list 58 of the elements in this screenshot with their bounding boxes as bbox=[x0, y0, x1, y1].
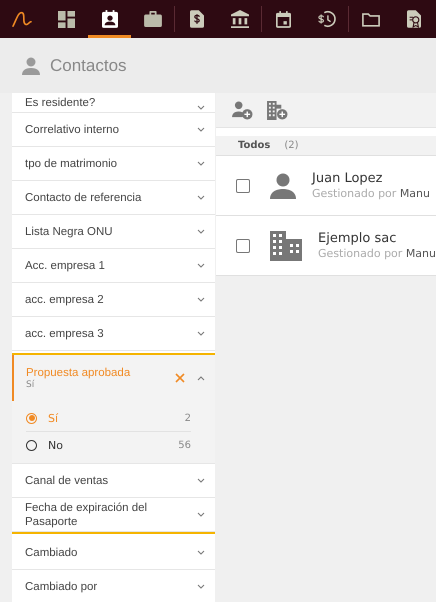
filter-label: tpo de matrimonio bbox=[25, 156, 118, 170]
filter-label: Es residente? bbox=[25, 96, 96, 110]
option-label: No bbox=[48, 439, 64, 452]
dollar-clock-icon bbox=[316, 10, 336, 28]
group-count: (2) bbox=[284, 140, 299, 151]
person-icon bbox=[270, 172, 296, 198]
chevron-up-icon bbox=[197, 376, 206, 380]
certificate-document-icon bbox=[406, 10, 420, 28]
chevron-down-icon bbox=[197, 127, 206, 132]
filter-label: Contacto de referencia bbox=[25, 190, 142, 204]
filter-header[interactable]: Es residente? bbox=[12, 95, 216, 113]
managed-by-text: Gestionado por Manu bbox=[312, 187, 430, 200]
chevron-down-icon bbox=[197, 550, 206, 555]
chevron-down-icon bbox=[197, 331, 206, 336]
calendar-icon bbox=[276, 10, 291, 28]
dollar-document-icon bbox=[190, 10, 204, 28]
building-icon bbox=[270, 230, 302, 260]
filter-label: Acc. empresa 1 bbox=[25, 258, 106, 272]
filter-label: Correlativo interno bbox=[25, 122, 120, 136]
contact-card-icon bbox=[102, 10, 118, 28]
chevron-down-icon bbox=[197, 229, 206, 234]
checkbox[interactable] bbox=[236, 178, 250, 192]
filter-label: Cambiado por bbox=[25, 580, 98, 594]
checkbox[interactable] bbox=[236, 238, 250, 252]
bank-icon bbox=[230, 10, 248, 28]
filter-value: Sí bbox=[26, 380, 36, 390]
filter-label: Propuesta aprobada bbox=[26, 366, 132, 380]
option-count: 2 bbox=[184, 412, 192, 424]
radio-button[interactable] bbox=[26, 412, 37, 424]
radio-button[interactable] bbox=[26, 440, 37, 451]
page-title: Contactos bbox=[50, 56, 127, 76]
option-count: 56 bbox=[178, 440, 192, 451]
group-label: Todos bbox=[238, 140, 270, 151]
filter-label: Canal de ventas bbox=[25, 474, 110, 488]
option-label: Sí bbox=[48, 412, 60, 424]
filter-label: acc. empresa 3 bbox=[25, 326, 105, 340]
chevron-down-icon bbox=[197, 105, 206, 110]
briefcase-icon bbox=[144, 11, 162, 27]
managed-by-text: Gestionado por Manu bbox=[318, 247, 436, 260]
filter-label: acc. empresa 2 bbox=[25, 292, 105, 306]
chevron-down-icon bbox=[197, 297, 206, 302]
chevron-down-icon bbox=[197, 161, 206, 166]
folder-icon bbox=[362, 12, 380, 26]
logo-icon[interactable] bbox=[11, 10, 33, 28]
person-icon bbox=[22, 56, 40, 74]
filter-label: Fecha de expiración del Pasaporte bbox=[25, 500, 148, 528]
add-building-icon[interactable] bbox=[267, 100, 288, 120]
contact-name[interactable]: Juan Lopez bbox=[312, 171, 430, 186]
chevron-down-icon bbox=[197, 584, 206, 589]
dashboard-icon bbox=[58, 10, 75, 28]
chevron-down-icon bbox=[197, 512, 206, 517]
filter-label: Lista Negra ONU bbox=[25, 224, 114, 238]
add-person-icon[interactable] bbox=[232, 100, 254, 120]
chevron-down-icon bbox=[197, 478, 206, 483]
chevron-down-icon bbox=[197, 195, 206, 200]
chevron-down-icon bbox=[197, 263, 206, 268]
filter-label: Cambiado bbox=[25, 546, 78, 560]
contact-name[interactable]: Ejemplo sac bbox=[318, 231, 436, 246]
